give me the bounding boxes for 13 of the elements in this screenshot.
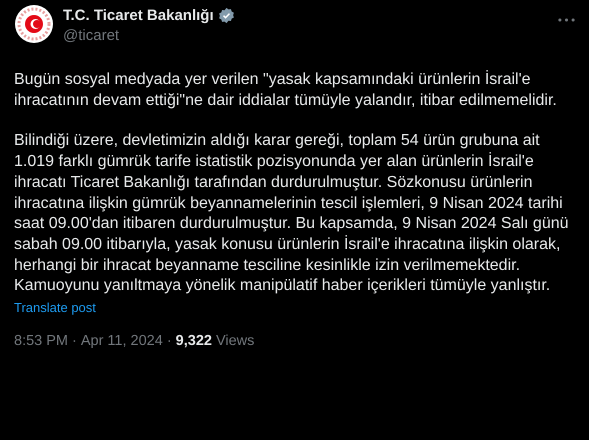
translate-link[interactable]: Translate post: [14, 300, 96, 316]
post-time[interactable]: 8:53 PM: [14, 333, 68, 350]
post-paragraph: Bugün sosyal medyada yer verilen "yasak kapsamındaki ürünlerin İsrail'e ihracatının devam ettiği"ne dair iddialar tümüyle yalandır, itibar edilmemelidir.: [14, 70, 558, 111]
views-label: Views: [216, 333, 254, 350]
post-date[interactable]: Apr 11, 2024: [80, 333, 163, 350]
views-count: 9,322: [176, 333, 212, 350]
separator-dot: ·: [72, 333, 77, 350]
account-handle[interactable]: @ticaret: [63, 27, 235, 44]
avatar-emblem-icon[interactable]: [14, 4, 54, 44]
account-name[interactable]: T.C. Ticaret Bakanlığı: [63, 7, 214, 24]
separator-dot: ·: [166, 333, 172, 350]
post-paragraph: Bilindiği üzere, devletimizin aldığı karar gereği, toplam 54 ürün grubuna ait 1.019 farklı gümrük tarife istatistik pozisyonunda yer alan ürünlerin İsrail'e ihracatı Ticaret Bakanlığı tarafından durdurulmuştur. Sözkonusu ürünlerin ihracatına ilişkin gümrük beyannamelerinin tescil işlemleri, 9 Nisan 2024 tarihi saat 09.00'dan itibaren durdurulmuştur. Bu kapsamda, 9 Nisan 2024 Salı günü sabah 09.00 itibarıyla, yasak konusu ürünlerin İsrail'e ihracatına ilişkin olarak, herhangi bir ihracat beyanname tesciline kesinlikle izin verilmemektedir. Kamuoyunu yanıltmaya yönelik manipülatif haber içerikleri tümüyle yanlıştır.: [14, 131, 570, 296]
more-options-icon[interactable]: [558, 18, 575, 22]
